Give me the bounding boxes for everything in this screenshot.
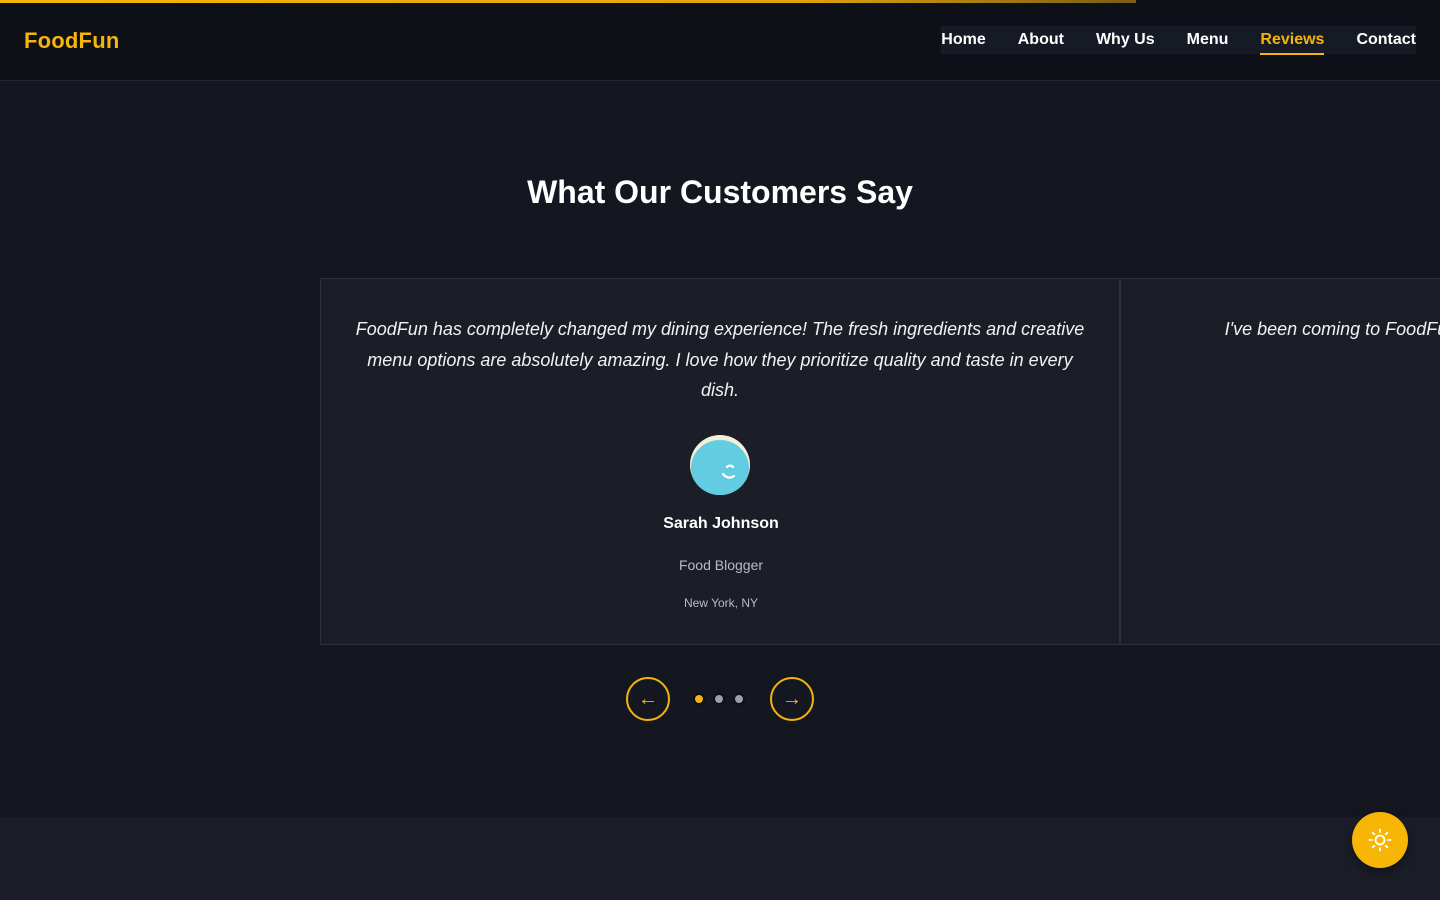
smiling-face-avatar-icon — [690, 435, 750, 495]
testimonial-quote: FoodFun has completely changed my dining… — [355, 319, 1085, 400]
next-button[interactable]: → — [770, 677, 814, 721]
reviewer-location: New York, NY — [683, 596, 759, 610]
carousel-dot-1[interactable] — [693, 693, 705, 705]
testimonial-carousel[interactable]: FoodFun has completely changed my dining… — [320, 278, 1440, 645]
nav-reviews[interactable]: Reviews — [1260, 26, 1325, 55]
testimonial-card-next: I've been coming to FoodFun for o… servi… — [1120, 278, 1440, 645]
testimonial-card: FoodFun has completely changed my dining… — [320, 278, 1120, 645]
prev-button[interactable]: ← — [626, 677, 670, 721]
logo[interactable]: FoodFun — [24, 28, 119, 54]
sun-icon — [1368, 828, 1392, 852]
main-nav: Home About Why Us Menu Reviews Contact — [941, 26, 1416, 55]
nav-about[interactable]: About — [1018, 26, 1064, 54]
nav-contact[interactable]: Contact — [1356, 26, 1416, 54]
testimonial-quote: I've been coming to FoodFun for o… servi… — [1224, 319, 1440, 339]
next-section — [0, 817, 1440, 900]
carousel-dot-3[interactable] — [733, 693, 745, 705]
reviewer-name: Sarah Johnson — [663, 515, 779, 532]
section-title: What Our Customers Say — [527, 174, 913, 210]
carousel-dot-2[interactable] — [713, 693, 725, 705]
site-header: FoodFun Home About Why Us Menu Reviews C… — [0, 0, 1440, 81]
nav-home[interactable]: Home — [941, 26, 985, 54]
nav-why-us[interactable]: Why Us — [1096, 26, 1155, 54]
nav-menu[interactable]: Menu — [1187, 26, 1229, 54]
theme-toggle-button[interactable] — [1352, 812, 1408, 868]
scroll-progress-bar — [0, 0, 1137, 3]
reviewer-role: Food Blogger — [678, 557, 764, 573]
